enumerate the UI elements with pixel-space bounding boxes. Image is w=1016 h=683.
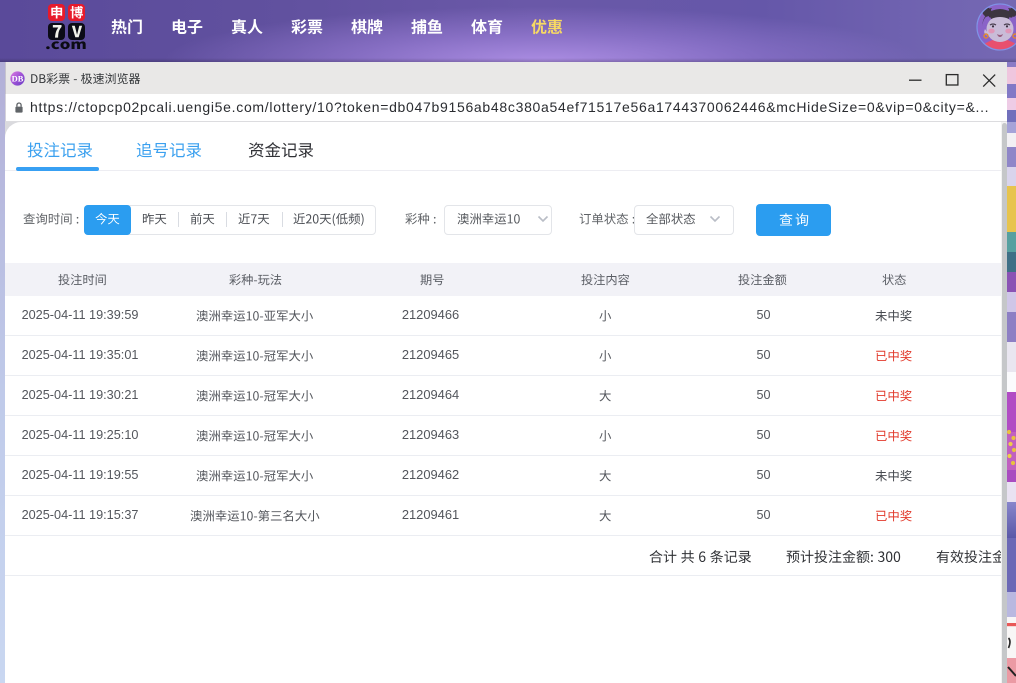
- svg-text:DB: DB: [12, 73, 24, 83]
